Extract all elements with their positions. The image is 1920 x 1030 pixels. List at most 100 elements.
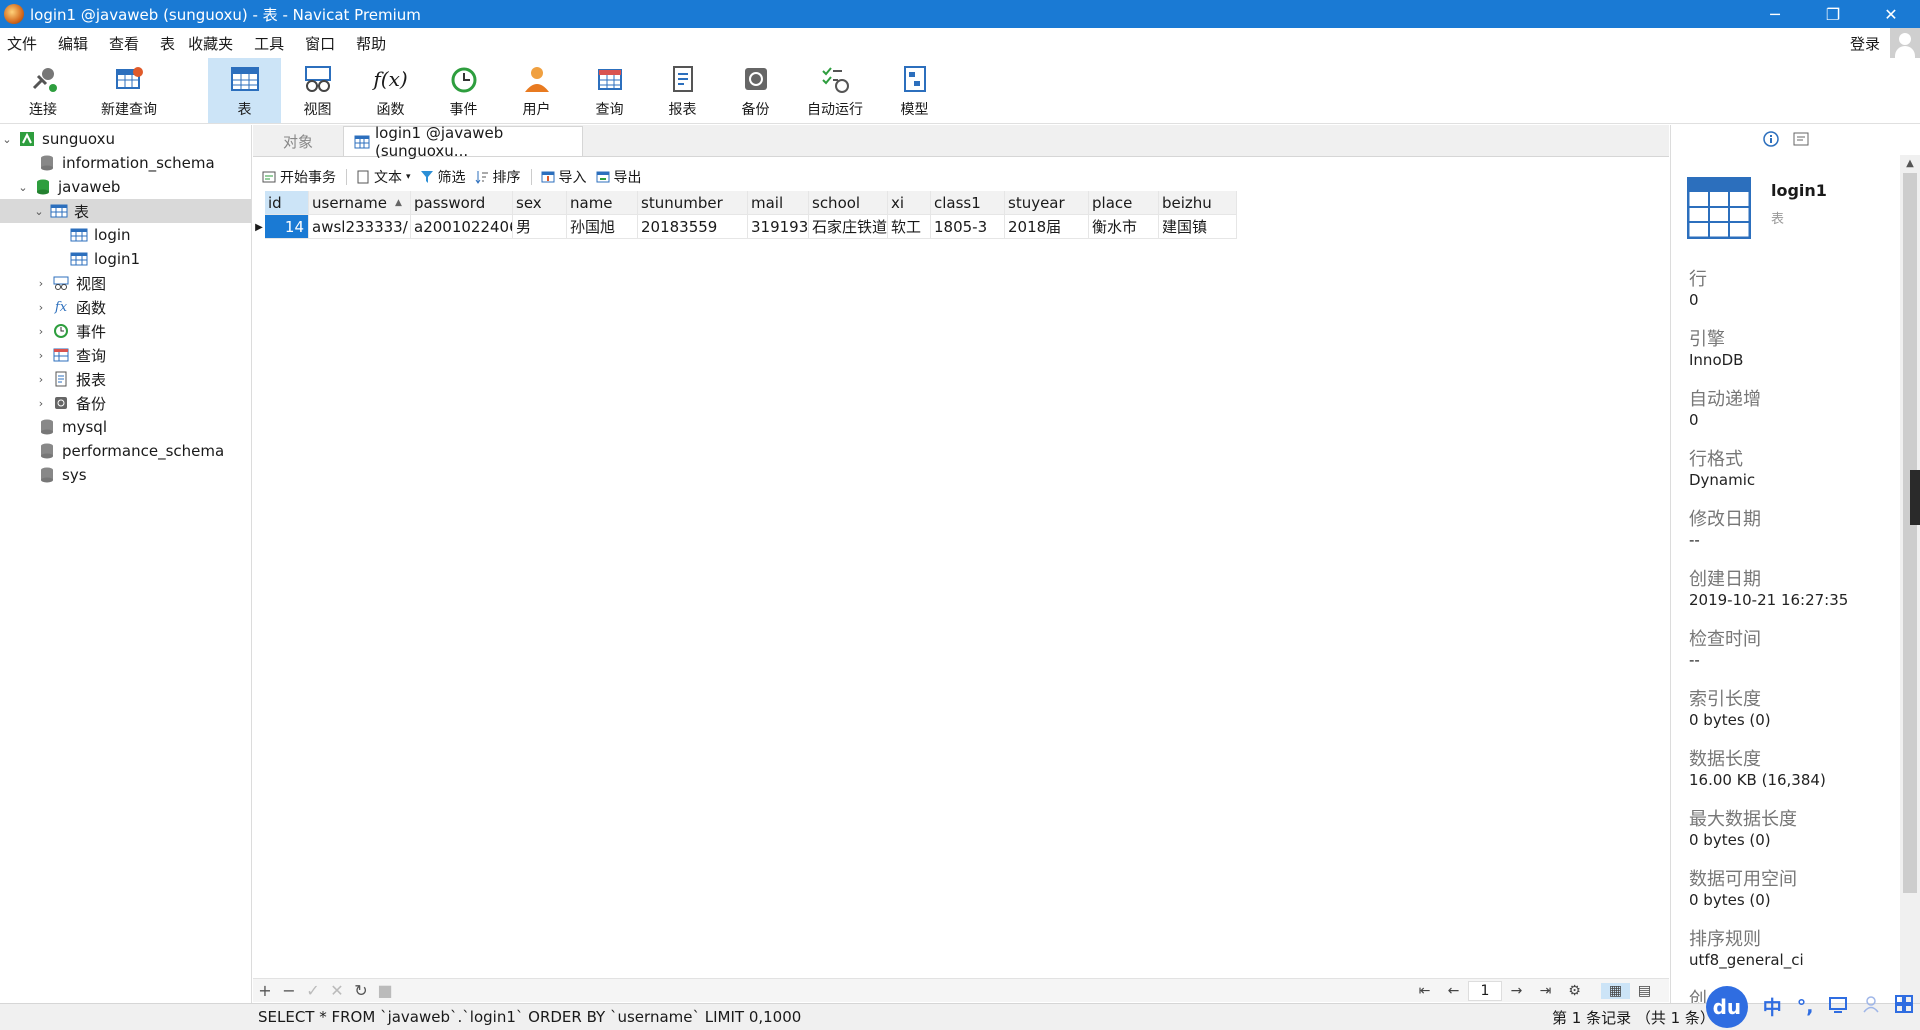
chevron-down-icon[interactable]: ⌄ [0, 133, 14, 146]
cell-xi[interactable]: 软工 [888, 215, 931, 239]
login-link[interactable]: 登录 [1850, 33, 1880, 54]
cell-beizhu[interactable]: 建国镇 [1159, 215, 1237, 239]
delete-record-button[interactable]: − [277, 981, 301, 1000]
tab-objects[interactable]: 对象 [253, 126, 343, 156]
chevron-right-icon[interactable]: › [34, 373, 48, 386]
auto-run-button[interactable]: 自动运行 [792, 58, 878, 123]
column-header-id[interactable]: id [265, 191, 309, 215]
form-view-button[interactable]: ▤ [1630, 983, 1659, 999]
tab-login1-table[interactable]: login1 @javaweb (sunguoxu... [343, 124, 583, 160]
close-button[interactable]: ✕ [1862, 0, 1920, 28]
query-button[interactable]: 查询 [573, 58, 646, 123]
scroll-up-icon[interactable]: ▲ [1900, 155, 1920, 173]
tree-db-mysql[interactable]: mysql [34, 415, 107, 439]
tree-table-login[interactable]: login [66, 223, 131, 247]
first-page-button[interactable]: ⇤ [1410, 983, 1439, 999]
menu-favorites[interactable]: 收藏夹 [181, 33, 247, 54]
next-page-button[interactable]: → [1502, 983, 1531, 999]
cell-mail[interactable]: 319193 [748, 215, 809, 239]
tree-group-reports[interactable]: › 报表 [34, 367, 106, 391]
scrollbar-thumb[interactable] [1903, 173, 1917, 893]
cell-place[interactable]: 衡水市 [1089, 215, 1159, 239]
grid-view-button[interactable]: ▦ [1601, 983, 1630, 999]
model-button[interactable]: 模型 [878, 58, 951, 123]
column-header-class1[interactable]: class1 [931, 191, 1005, 215]
menu-table[interactable]: 表 [153, 33, 181, 54]
text-button[interactable]: 文本 ▾ [355, 167, 411, 187]
cell-password[interactable]: a2001022406 [411, 215, 513, 239]
new-query-button[interactable]: 新建查询 [86, 58, 172, 123]
cell-name[interactable]: 孙国旭 [567, 215, 638, 239]
ime-user-icon[interactable] [1854, 995, 1887, 1018]
chevron-right-icon[interactable]: › [34, 325, 48, 338]
backup-button[interactable]: 备份 [719, 58, 792, 123]
column-header-beizhu[interactable]: beizhu [1159, 191, 1237, 215]
cell-class1[interactable]: 1805-3 [931, 215, 1005, 239]
stop-button[interactable]: ■ [373, 981, 397, 1000]
menu-file[interactable]: 文件 [0, 33, 51, 54]
tree-db-javaweb[interactable]: ⌄ javaweb [16, 175, 120, 199]
report-button[interactable]: 报表 [646, 58, 719, 123]
tree-group-events[interactable]: › 事件 [34, 319, 106, 343]
sort-button[interactable]: 排序 [474, 167, 521, 187]
ime-screen-icon[interactable] [1821, 996, 1854, 1018]
menu-edit[interactable]: 编辑 [51, 33, 102, 54]
ime-chinese-mode[interactable]: 中 [1756, 993, 1789, 1020]
add-record-button[interactable]: + [253, 981, 277, 1000]
begin-transaction-button[interactable]: 开始事务 [261, 167, 336, 187]
refresh-button[interactable]: ↻ [349, 981, 373, 1000]
chevron-down-icon[interactable]: ⌄ [16, 181, 30, 194]
column-header-name[interactable]: name [567, 191, 638, 215]
column-header-school[interactable]: school [809, 191, 888, 215]
cell-sex[interactable]: 男 [513, 215, 567, 239]
connect-button[interactable]: 连接 [0, 58, 86, 123]
chevron-right-icon[interactable]: › [34, 349, 48, 362]
import-button[interactable]: 导入 [540, 167, 587, 187]
chevron-right-icon[interactable]: › [34, 277, 48, 290]
cell-school[interactable]: 石家庄铁道 [809, 215, 888, 239]
tree-tables-group[interactable]: ⌄ 表 [0, 199, 251, 223]
tree-group-queries[interactable]: › 查询 [34, 343, 106, 367]
cell-username[interactable]: awsl233333/ [309, 215, 411, 239]
side-grip-handle[interactable] [1910, 470, 1920, 525]
column-header-mail[interactable]: mail [748, 191, 809, 215]
column-header-place[interactable]: place [1089, 191, 1159, 215]
cell-stuyear[interactable]: 2018届 [1005, 215, 1089, 239]
column-header-stunumber[interactable]: stunumber [638, 191, 748, 215]
view-button[interactable]: 视图 [281, 58, 354, 123]
discard-changes-button[interactable]: ✕ [325, 981, 349, 1000]
ime-punctuation[interactable]: °, [1789, 996, 1822, 1018]
last-page-button[interactable]: ⇥ [1531, 983, 1560, 999]
tree-table-login1[interactable]: login1 [66, 247, 140, 271]
info-icon[interactable] [1762, 131, 1779, 151]
export-button[interactable]: 导出 [595, 167, 642, 187]
menu-view[interactable]: 查看 [102, 33, 153, 54]
chevron-down-icon[interactable]: ⌄ [32, 205, 46, 218]
table-button[interactable]: 表 [208, 58, 281, 123]
ime-grid-icon[interactable] [1887, 995, 1920, 1018]
dropdown-arrow-icon[interactable]: ▾ [406, 172, 411, 182]
apply-changes-button[interactable]: ✓ [301, 981, 325, 1000]
chevron-right-icon[interactable]: › [34, 397, 48, 410]
tree-db-performance-schema[interactable]: performance_schema [34, 439, 224, 463]
tree-connection[interactable]: ⌄ sunguoxu [0, 127, 115, 151]
menu-help[interactable]: 帮助 [349, 33, 400, 54]
tree-group-functions[interactable]: › fx 函数 [34, 295, 106, 319]
menu-window[interactable]: 窗口 [298, 33, 349, 54]
column-header-sex[interactable]: sex [513, 191, 567, 215]
filter-button[interactable]: 筛选 [419, 167, 466, 187]
chevron-right-icon[interactable]: › [34, 301, 48, 314]
menu-tools[interactable]: 工具 [247, 33, 298, 54]
column-header-password[interactable]: password [411, 191, 513, 215]
baidu-ime-logo[interactable]: du [1706, 985, 1748, 1028]
function-button[interactable]: f(x) 函数 [354, 58, 427, 123]
table-row[interactable]: ▶ 14 awsl233333/ a2001022406 男 孙国旭 20183… [253, 215, 1237, 239]
cell-stunumber[interactable]: 20183559 [638, 215, 748, 239]
event-button[interactable]: 事件 [427, 58, 500, 123]
info-panel-scrollbar[interactable]: ▲ [1900, 155, 1920, 1003]
cell-id[interactable]: 14 [265, 215, 309, 239]
minimize-button[interactable]: ─ [1746, 0, 1804, 28]
settings-gear-icon[interactable]: ⚙ [1560, 983, 1589, 999]
ddl-icon[interactable] [1793, 132, 1809, 150]
tree-group-views[interactable]: › 视图 [34, 271, 106, 295]
